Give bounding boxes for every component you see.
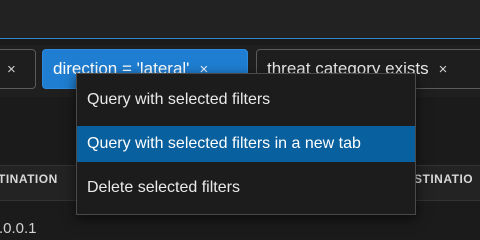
menu-item-query[interactable]: Query with selected filters xyxy=(77,82,415,118)
close-icon[interactable]: × xyxy=(439,61,448,78)
column-header-destination[interactable]: TINATION xyxy=(0,172,58,186)
table-cell: .0.0.1 xyxy=(0,220,37,237)
close-icon[interactable]: × xyxy=(7,61,16,78)
filter-chip-partial[interactable]: × xyxy=(0,49,36,89)
column-header-destination-secondary[interactable]: STINATIO xyxy=(414,172,473,186)
top-bar xyxy=(0,0,480,39)
menu-item-query-new-tab[interactable]: Query with selected filters in a new tab xyxy=(77,126,415,162)
context-menu: Query with selected filters Query with s… xyxy=(76,73,416,215)
menu-item-delete-filters[interactable]: Delete selected filters xyxy=(77,170,415,206)
